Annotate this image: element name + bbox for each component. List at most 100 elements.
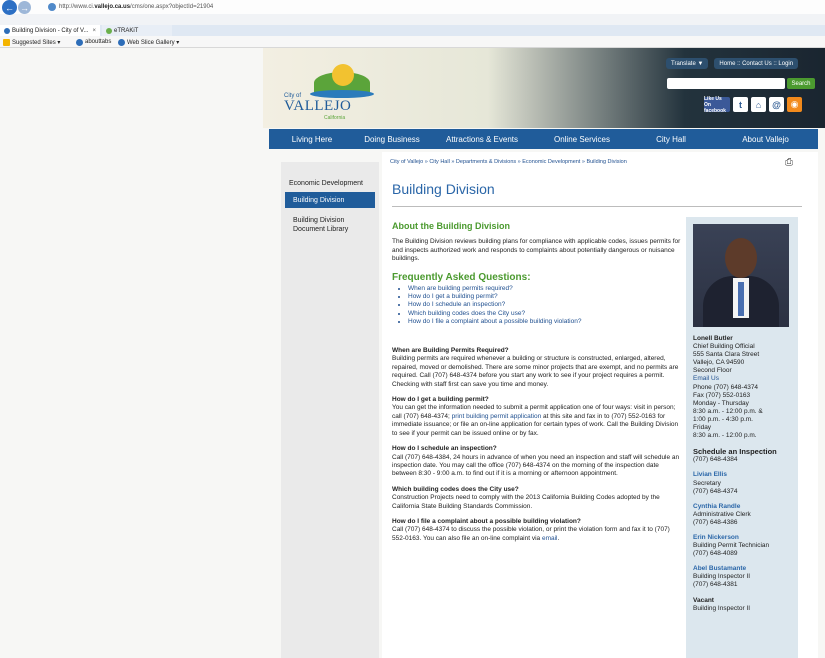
staff-name[interactable]: Livian Ellis: [693, 471, 797, 479]
staff-title: Building Inspector II: [693, 604, 751, 612]
schedule-phone: (707) 648-4384: [693, 456, 738, 464]
staff-title: Building Permit Technician: [693, 542, 770, 550]
staff-title: Building Inspector II: [693, 573, 751, 581]
faq-link[interactable]: When are building permits required?: [408, 285, 682, 293]
favorite-suggested-sites[interactable]: Suggested Sites ▾: [3, 36, 60, 48]
phone: Phone (707) 648-4374: [693, 383, 759, 391]
url-suffix: /cms/one.aspx?objectId=21904: [130, 4, 214, 10]
nav-doing-business[interactable]: Doing Business: [355, 135, 429, 144]
staff-phone: (707) 648-4381: [693, 581, 738, 589]
answer-text: Building permits are required whenever a…: [392, 355, 679, 388]
staff-name[interactable]: Abel Bustamante: [693, 565, 797, 573]
tab-favicon: [4, 27, 10, 34]
tab-etrakit[interactable]: eTRAKiT: [102, 25, 172, 36]
address-line: Vallejo, CA 94590: [693, 359, 745, 367]
favorites-bar: Suggested Sites ▾ abouttabs Web Slice Ga…: [0, 36, 825, 48]
address-row: ← → http://www.ci. vallejo.ca.us/cms/one.…: [0, 0, 825, 15]
tab-favicon: [106, 27, 112, 34]
url-domain: vallejo.ca.us: [94, 4, 131, 10]
email-us-link[interactable]: Email Us: [693, 375, 719, 382]
logo-name: VALLEJO: [284, 98, 352, 114]
logo-wave: [310, 90, 374, 98]
browser-chrome: ← → http://www.ci. vallejo.ca.us/cms/one.…: [0, 0, 825, 48]
favorite-label: abouttabs: [85, 39, 112, 45]
faq-link[interactable]: Which building codes does the City use?: [408, 310, 682, 318]
answer-text-part: Call (707) 648-4374 to discuss the possi…: [392, 526, 670, 542]
staff-phone: (707) 648-4386: [693, 518, 738, 526]
staff-title: Secretary: [693, 479, 721, 487]
staff-phone: (707) 648-4374: [693, 487, 738, 495]
social-links: Like Us On facebook t ⌂ @ ◉: [704, 96, 802, 114]
search-button[interactable]: Search: [787, 78, 815, 89]
nav-attractions-events[interactable]: Attractions & Events: [429, 135, 535, 144]
favorite-web-slice-gallery[interactable]: Web Slice Gallery ▾: [118, 36, 179, 48]
star-icon: [3, 38, 10, 46]
staff-name[interactable]: Erin Nickerson: [693, 534, 797, 542]
logo-sun: [332, 64, 354, 86]
permit-application-link[interactable]: print building permit application: [452, 413, 542, 420]
chief-name: Lonell Butler: [693, 335, 733, 342]
question-heading: How do I schedule an inspection?: [392, 445, 497, 453]
print-icon[interactable]: ⎙: [785, 157, 793, 168]
nav-city-hall[interactable]: City Hall: [629, 135, 713, 144]
about-paragraph: The Building Division reviews building p…: [392, 238, 681, 263]
faq-link[interactable]: How do I file a complaint about a possib…: [408, 318, 682, 326]
tab-bar: Building Division - City of V... × eTRAK…: [0, 25, 825, 36]
back-button[interactable]: ←: [2, 0, 17, 15]
facebook-icon[interactable]: Like Us On facebook: [704, 96, 730, 114]
sidebar-item-building-division[interactable]: Building Division: [285, 192, 375, 208]
sidebar-title[interactable]: Economic Development: [289, 180, 363, 187]
staff-info: Lonell Butler Chief Building Official 55…: [693, 335, 797, 613]
photo-head: [725, 238, 757, 278]
close-tab-icon[interactable]: ×: [92, 28, 96, 34]
photo-tie: [738, 282, 744, 316]
tab-label: Building Division - City of V...: [12, 27, 89, 34]
hours-line: 8:30 a.m. - 12:00 p.m.: [693, 432, 757, 440]
staff-name: Vacant: [693, 596, 714, 604]
fax: Fax (707) 552-0163: [693, 391, 751, 399]
nav-about-vallejo[interactable]: About Vallejo: [713, 135, 818, 144]
rss-icon[interactable]: ◉: [787, 97, 802, 112]
favorite-abouttabs[interactable]: abouttabs: [76, 36, 111, 48]
faq-link[interactable]: How do I schedule an inspection?: [408, 301, 682, 309]
tab-building-division[interactable]: Building Division - City of V... ×: [0, 25, 100, 36]
nav-online-services[interactable]: Online Services: [535, 135, 629, 144]
nav-living-here[interactable]: Living Here: [269, 135, 355, 144]
forward-button[interactable]: →: [18, 1, 31, 14]
question-heading: When are Building Permits Required?: [392, 347, 509, 355]
sidebar-item-document-library[interactable]: Building Division Document Library: [293, 216, 373, 234]
email-complaint-link[interactable]: email: [542, 535, 558, 542]
chief-title: Chief Building Official: [693, 343, 755, 351]
faq-link[interactable]: How do I get a building permit?: [408, 293, 682, 301]
home-icon[interactable]: ⌂: [751, 97, 766, 112]
faq-list: When are building permits required? How …: [408, 285, 682, 326]
staff-name[interactable]: Cynthia Randle: [693, 503, 797, 511]
home-contact-login-links[interactable]: Home :: Contact Us :: Login: [714, 58, 799, 69]
schedule-inspection-heading: Schedule an Inspection: [693, 447, 777, 457]
translate-button[interactable]: Translate ▼: [666, 58, 709, 69]
chief-photo: [693, 224, 789, 327]
url-prefix: http://www.ci.: [59, 4, 95, 10]
city-logo[interactable]: City of VALLEJO California: [284, 60, 374, 124]
breadcrumb[interactable]: City of Vallejo » City Hall » Department…: [390, 159, 627, 165]
question-heading: How do I file a complaint about a possib…: [392, 517, 581, 525]
hours-line: 8:30 a.m. - 12:00 p.m. &: [693, 407, 763, 415]
address-line: Second Floor: [693, 367, 732, 375]
header-top-links: Translate ▼ Home :: Contact Us :: Login: [666, 58, 799, 69]
staff-phone: (707) 648-4089: [693, 550, 738, 558]
page-title: Building Division: [392, 181, 495, 197]
address-line: 555 Santa Clara Street: [693, 351, 760, 359]
address-bar[interactable]: http://www.ci. vallejo.ca.us/cms/one.aspx…: [48, 1, 258, 13]
about-heading: About the Building Division: [392, 221, 510, 231]
twitter-icon[interactable]: t: [733, 97, 748, 112]
logo-state: California: [324, 115, 346, 121]
email-icon[interactable]: @: [769, 97, 784, 112]
ie-icon: [118, 38, 125, 46]
site-search-input[interactable]: [667, 78, 785, 89]
question-heading: Which building codes does the City use?: [392, 485, 519, 493]
hours-line: Monday - Thursday: [693, 399, 749, 407]
article-body: About the Building Division The Building…: [392, 221, 682, 543]
answer-text: Call (707) 648-4374 to discuss the possi…: [392, 526, 682, 543]
answer-text: Call (707) 648-4384, 24 hours in advance…: [392, 453, 680, 478]
staff-member: Abel Bustamante Building Inspector II (7…: [693, 565, 797, 589]
